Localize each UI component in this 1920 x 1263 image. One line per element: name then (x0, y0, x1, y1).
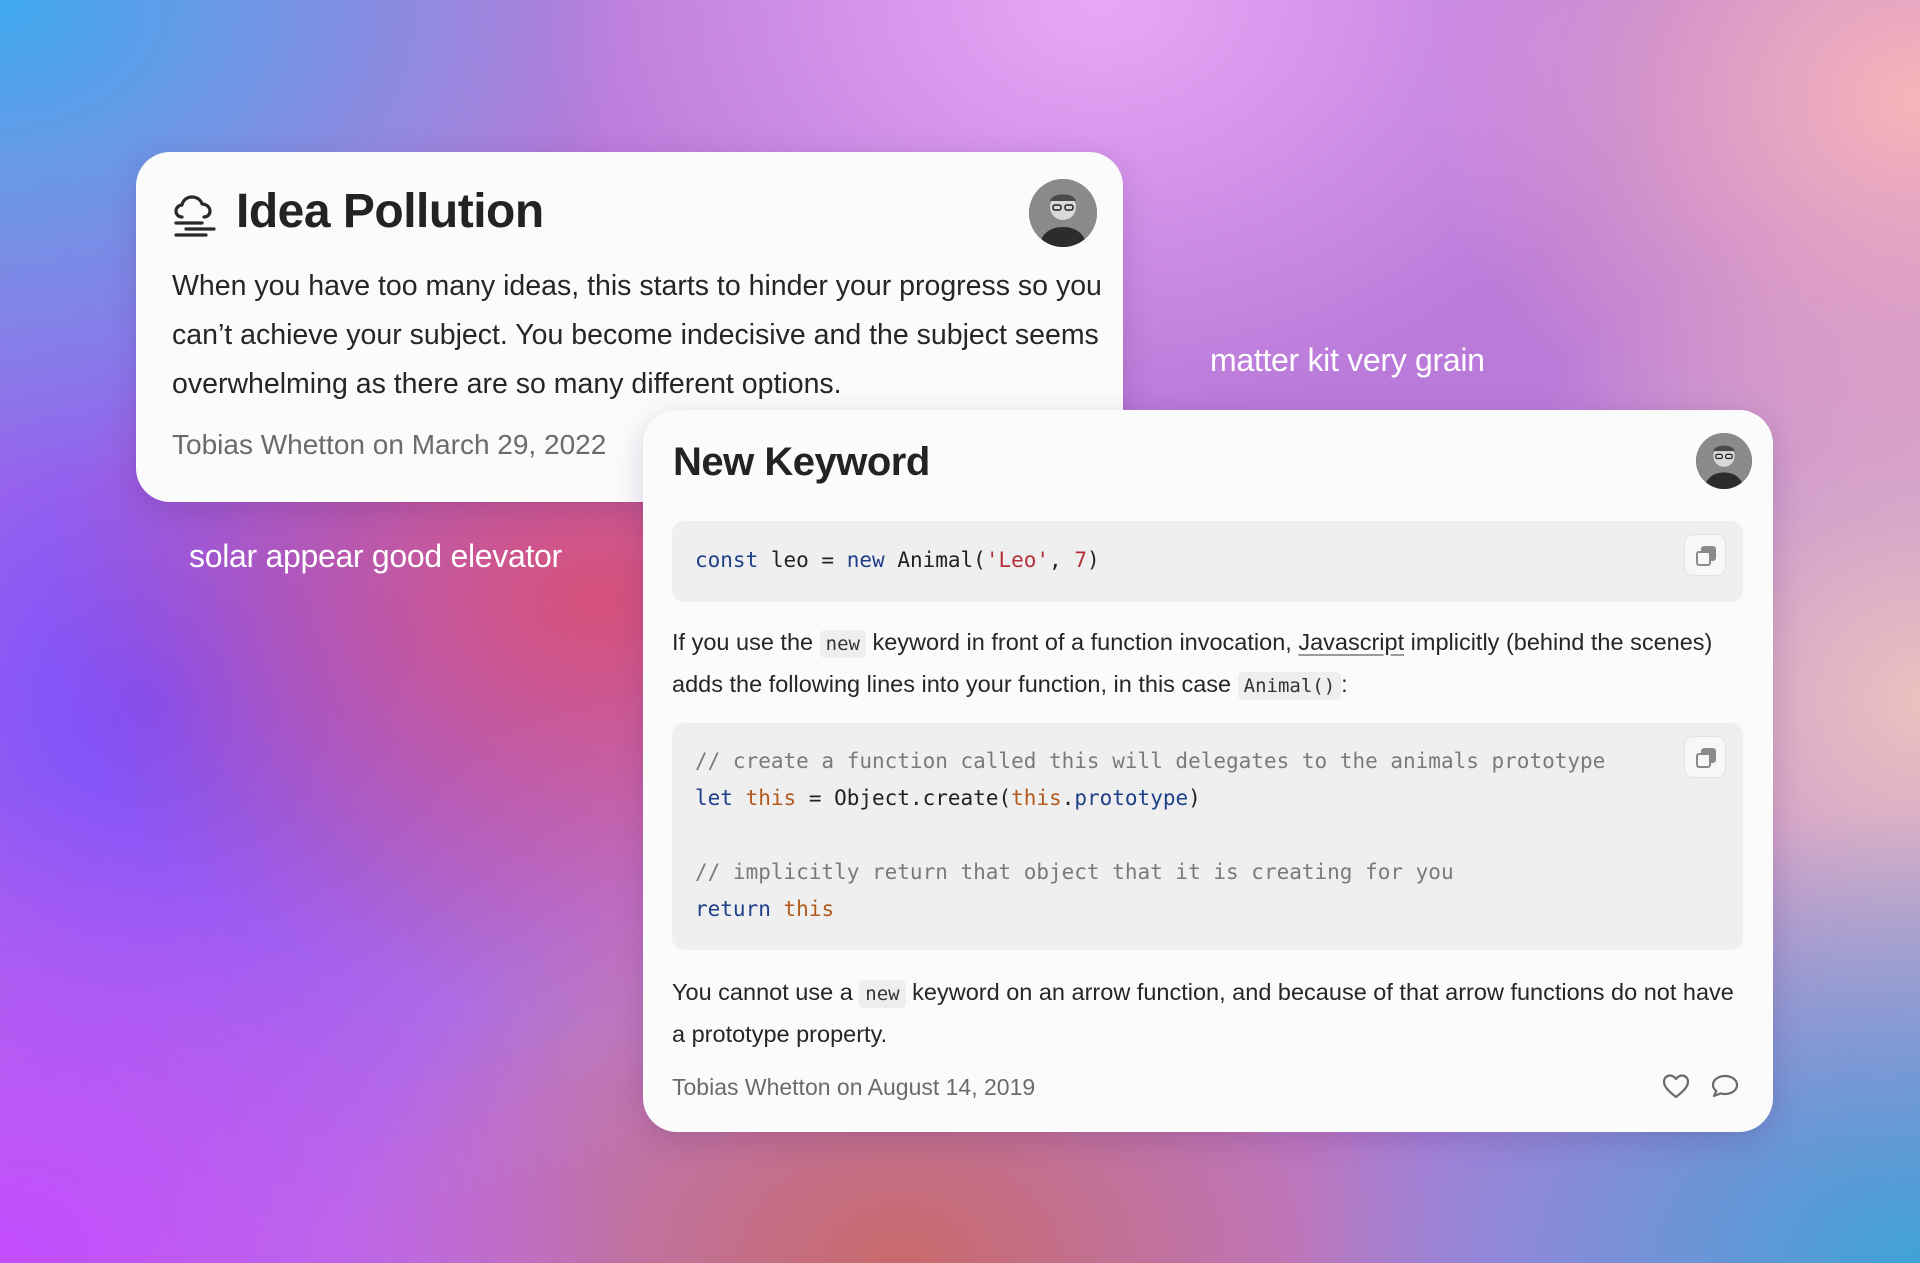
code-comment: // implicitly return that object that it… (695, 860, 1454, 884)
author-avatar[interactable] (1696, 433, 1752, 489)
copy-icon (1696, 546, 1716, 566)
code-block-1[interactable]: const leo = new Animal('Leo', 7) (672, 521, 1743, 602)
inline-code-new: new (819, 630, 866, 658)
inline-code-animal: Animal() (1237, 672, 1342, 700)
code-line: const leo = new Animal('Leo', 7) (695, 548, 1100, 572)
code-line: let this = Object.create(this.prototype) (695, 786, 1201, 810)
inline-code-new: new (859, 980, 906, 1008)
idea-author[interactable]: Tobias Whetton (172, 429, 365, 460)
heart-icon (1662, 1074, 1690, 1099)
heart-button[interactable] (1661, 1071, 1691, 1101)
floating-label-right: matter kit very grain (1210, 342, 1485, 378)
keyword-paragraph-2: You cannot use a new keyword on an arrow… (672, 979, 1734, 1047)
copy-icon (1696, 748, 1716, 768)
idea-meta: Tobias Whetton on March 29, 2022 (172, 429, 606, 461)
code-block-2[interactable]: // create a function called this will de… (672, 723, 1743, 950)
keyword-date: August 14, 2019 (867, 1074, 1036, 1100)
keyword-paragraph-1: If you use the new keyword in front of a… (672, 622, 1747, 706)
code-comment: // create a function called this will de… (695, 749, 1606, 773)
code-line: return this (695, 897, 835, 921)
author-avatar[interactable] (1029, 179, 1097, 247)
copy-button[interactable] (1684, 534, 1726, 576)
idea-date-prefix: on (372, 429, 404, 460)
idea-title: Idea Pollution (236, 185, 544, 238)
idea-body: When you have too many ideas, this start… (172, 270, 1102, 400)
new-keyword-card[interactable]: New Keyword const leo = new Animal('Leo'… (643, 410, 1773, 1132)
keyword-author[interactable]: Tobias Whetton (672, 1074, 831, 1100)
fog-icon (172, 195, 220, 239)
keyword-meta: Tobias Whetton on August 14, 2019 (672, 1074, 1035, 1101)
keyword-title: New Keyword (673, 440, 930, 484)
comment-button[interactable] (1710, 1071, 1740, 1101)
javascript-link[interactable]: Javascript (1298, 629, 1404, 655)
keyword-date-prefix: on (836, 1074, 863, 1100)
idea-date: March 29, 2022 (411, 429, 607, 460)
comment-icon (1711, 1074, 1739, 1098)
copy-button[interactable] (1684, 736, 1726, 778)
floating-label-left: solar appear good elevator (189, 538, 562, 574)
